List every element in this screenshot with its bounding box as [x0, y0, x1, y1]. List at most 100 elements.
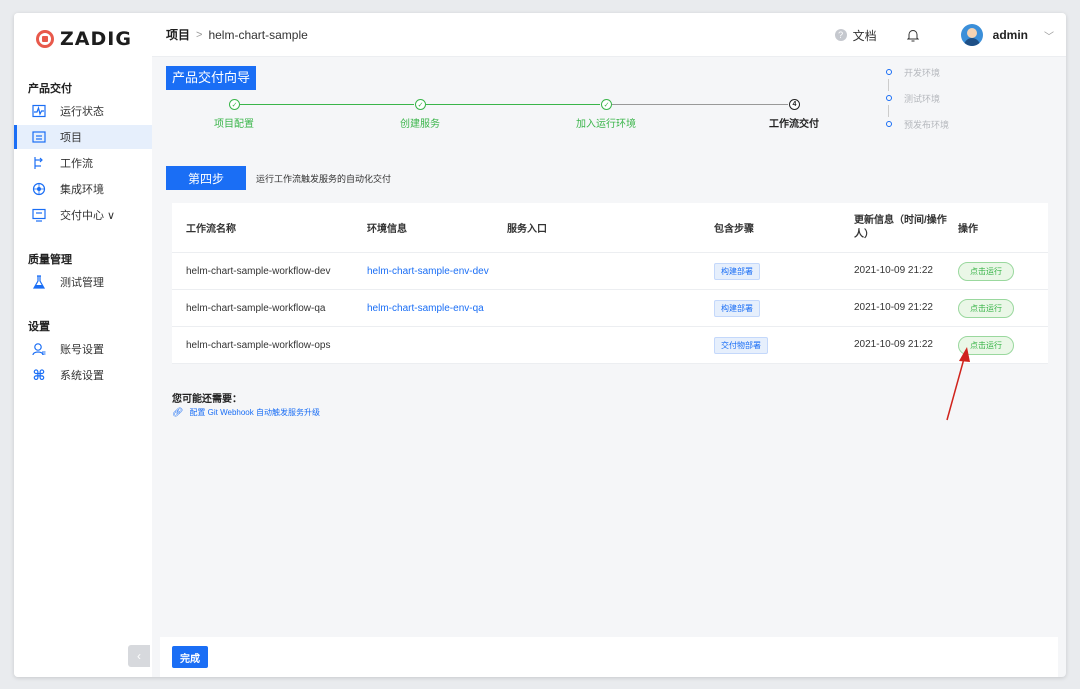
activity-icon — [32, 104, 46, 118]
environment-icon — [32, 182, 46, 196]
run-button[interactable]: 点击运行 — [958, 298, 1014, 318]
circle-icon — [886, 121, 892, 127]
section-title-settings: 设置 — [28, 321, 50, 333]
step-connector — [234, 104, 414, 105]
system-icon: ⌘ — [32, 366, 46, 383]
step-label-current: 工作流交付 — [769, 119, 819, 130]
table-row: helm-chart-sample-workflow-qa helm-chart… — [172, 290, 1048, 327]
circle-icon — [886, 69, 892, 75]
footer-bar: 完成 — [160, 637, 1058, 677]
logo[interactable]: ZADIG — [36, 27, 132, 51]
column-header: 环境信息 — [367, 224, 407, 235]
env-legend-item: 开发环境 — [886, 65, 949, 79]
circle-icon — [886, 95, 892, 101]
step-description: 运行工作流触发服务的自动化交付 — [256, 174, 392, 184]
sidebar-item-status[interactable]: 运行状态 — [14, 99, 152, 123]
env-legend-item: 测试环境 — [886, 91, 949, 105]
chevron-down-icon[interactable]: ﹀ — [1044, 28, 1054, 43]
steps-badge: 交付物部署 — [714, 336, 768, 354]
section-title-quality: 质量管理 — [28, 254, 72, 266]
env-divider — [888, 105, 889, 117]
bell-icon[interactable] — [906, 29, 919, 42]
table-row: helm-chart-sample-workflow-ops 交付物部署 202… — [172, 327, 1048, 364]
avatar[interactable] — [960, 24, 983, 46]
check-icon: ✓ — [601, 99, 612, 110]
step-connector — [426, 104, 600, 105]
webhook-link[interactable]: 🔗︎ 配置 Git Webhook 自动触发服务升级 — [172, 407, 320, 418]
env-legend-label: 测试环境 — [904, 93, 941, 104]
table-row: helm-chart-sample-workflow-dev helm-char… — [172, 253, 1048, 290]
column-header: 包含步骤 — [714, 224, 754, 235]
main-content: 产品交付向导 ✓ 项目配置 ✓ 创建服务 ✓ 加入运行环境 4 工作流交付 开发… — [152, 57, 1066, 677]
sidebar-item-label: 集成环境 — [60, 184, 104, 196]
delivery-icon — [32, 208, 46, 222]
sidebar-item-label: 账号设置 — [60, 344, 104, 356]
steps-badge: 构建部署 — [714, 262, 760, 280]
suggestions-title: 您可能还需要： — [172, 394, 242, 405]
sidebar-item-label: 系统设置 — [60, 370, 104, 382]
breadcrumb: 项目 > helm-chart-sample — [166, 26, 308, 43]
updated-info: 2021-10-09 21:22 — [854, 302, 933, 313]
env-legend-label: 预发布环境 — [904, 119, 950, 130]
sidebar-item-label: 运行状态 — [60, 106, 104, 118]
step-connector — [612, 104, 788, 105]
account-icon — [32, 342, 46, 356]
env-legend: 开发环境 测试环境 预发布环境 — [886, 65, 949, 131]
workflow-name: helm-chart-sample-workflow-qa — [186, 302, 326, 314]
header-right: ? 文档 admin ﹀ — [834, 13, 1054, 57]
help-icon: ? — [834, 29, 847, 41]
column-header: 更新信息（时间/操作人） — [854, 214, 947, 240]
logo-text: ZADIG — [60, 28, 132, 50]
env-divider — [888, 79, 889, 91]
updated-info: 2021-10-09 21:22 — [854, 265, 933, 276]
sidebar-item-project[interactable]: 项目 — [14, 125, 152, 149]
link-icon: 🔗︎ — [172, 407, 184, 417]
column-header: 操作 — [958, 224, 978, 235]
sidebar-item-delivery-center[interactable]: 交付中心 ∨ — [14, 203, 152, 227]
breadcrumb-current: helm-chart-sample — [208, 27, 308, 42]
step-tag: 第四步 — [166, 166, 246, 190]
check-icon: ✓ — [229, 99, 240, 110]
sidebar-item-label: 项目 — [60, 132, 82, 144]
workflow-table: 工作流名称 环境信息 服务入口 包含步骤 更新信息（时间/操作人） 操作 hel… — [172, 203, 1048, 364]
guide-title: 产品交付向导 — [166, 66, 257, 90]
env-legend-item: 预发布环境 — [886, 117, 949, 131]
run-button[interactable]: 点击运行 — [958, 261, 1014, 281]
user-name[interactable]: admin — [993, 28, 1028, 42]
done-button[interactable]: 完成 — [172, 646, 208, 668]
env-legend-label: 开发环境 — [904, 67, 941, 78]
sidebar: ZADIG 产品交付 运行状态 项目 工作流 集成环境 交付中心 ∨ 质量管理 … — [14, 13, 152, 677]
step-label: 项目配置 — [214, 119, 254, 130]
step-progress: ✓ 项目配置 ✓ 创建服务 ✓ 加入运行环境 4 工作流交付 — [214, 99, 854, 130]
sidebar-item-label: 交付中心 ∨ — [60, 210, 116, 222]
check-icon: ✓ — [415, 99, 426, 110]
sidebar-item-label: 测试管理 — [60, 277, 104, 289]
sidebar-item-account[interactable]: 账号设置 — [14, 337, 152, 361]
sidebar-item-label: 工作流 — [60, 158, 93, 170]
sidebar-item-environment[interactable]: 集成环境 — [14, 177, 152, 201]
app-window: ZADIG 产品交付 运行状态 项目 工作流 集成环境 交付中心 ∨ 质量管理 … — [14, 13, 1066, 677]
env-link[interactable]: helm-chart-sample-env-dev — [367, 266, 507, 277]
docs-link[interactable]: 文档 — [853, 27, 877, 44]
section-title-delivery: 产品交付 — [28, 83, 72, 95]
workflow-icon — [32, 156, 46, 170]
top-header: 项目 > helm-chart-sample ? 文档 admin ﹀ — [152, 13, 1066, 57]
workflow-name: helm-chart-sample-workflow-ops — [186, 339, 331, 351]
table-header: 工作流名称 环境信息 服务入口 包含步骤 更新信息（时间/操作人） 操作 — [172, 203, 1048, 253]
sidebar-item-test[interactable]: 测试管理 — [14, 270, 152, 294]
breadcrumb-root[interactable]: 项目 — [166, 26, 190, 43]
webhook-link-label: 配置 Git Webhook 自动触发服务升级 — [189, 408, 320, 417]
column-header: 服务入口 — [507, 224, 547, 235]
step-label: 加入运行环境 — [576, 119, 636, 130]
steps-badge: 构建部署 — [714, 299, 760, 317]
red-arrow-annotation — [946, 347, 970, 421]
workflow-name: helm-chart-sample-workflow-dev — [186, 265, 331, 277]
sidebar-collapse-button[interactable]: ‹ — [128, 645, 150, 667]
sidebar-item-system[interactable]: ⌘ 系统设置 — [14, 363, 152, 387]
zadig-logo-icon — [36, 30, 54, 48]
step-number: 4 — [789, 99, 800, 110]
env-link[interactable]: helm-chart-sample-env-qa — [367, 303, 507, 314]
sidebar-item-workflow[interactable]: 工作流 — [14, 151, 152, 175]
step-label: 创建服务 — [400, 119, 440, 130]
column-header: 工作流名称 — [186, 224, 236, 235]
